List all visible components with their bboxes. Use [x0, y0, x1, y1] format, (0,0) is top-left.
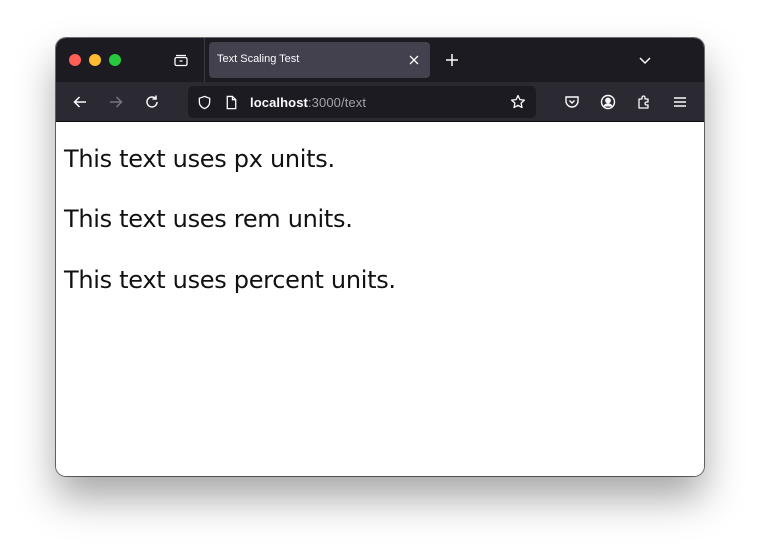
- minimize-window-button[interactable]: [89, 54, 101, 66]
- tab-title: Text Scaling Test: [217, 53, 300, 65]
- menu-icon[interactable]: [670, 92, 690, 112]
- reload-icon[interactable]: [142, 92, 162, 112]
- new-tab-icon[interactable]: [443, 51, 461, 69]
- tab-manager-icon[interactable]: [172, 51, 190, 69]
- forward-arrow-icon[interactable]: [106, 92, 126, 112]
- close-tab-icon[interactable]: [408, 54, 420, 66]
- page-icon[interactable]: [223, 94, 239, 110]
- url-bar[interactable]: localhost:3000/text: [188, 86, 536, 118]
- url-path: :3000/text: [307, 95, 367, 110]
- tab-strip: Text Scaling Test: [56, 38, 704, 82]
- zoom-window-button[interactable]: [109, 54, 121, 66]
- browser-window: Text Scaling Test localhost:3000/text Th…: [56, 38, 704, 476]
- text-rem-units: This text uses rem units.: [64, 205, 353, 233]
- close-window-button[interactable]: [69, 54, 81, 66]
- url-text[interactable]: localhost:3000/text: [250, 95, 366, 110]
- pocket-icon[interactable]: [562, 92, 582, 112]
- tab-text-scaling-test[interactable]: Text Scaling Test: [209, 42, 430, 78]
- account-icon[interactable]: [598, 92, 618, 112]
- url-host: localhost: [250, 95, 308, 110]
- page-content: This text uses px units. This text uses …: [56, 123, 704, 476]
- star-icon[interactable]: [510, 94, 526, 110]
- shield-icon[interactable]: [196, 94, 212, 110]
- tab-strip-divider: [204, 38, 205, 82]
- text-percent-units: This text uses percent units.: [64, 266, 396, 294]
- text-px-units: This text uses px units.: [64, 145, 335, 173]
- chevron-down-icon[interactable]: [636, 51, 654, 69]
- extensions-icon[interactable]: [634, 92, 654, 112]
- nav-toolbar: localhost:3000/text: [56, 82, 704, 122]
- back-arrow-icon[interactable]: [70, 92, 90, 112]
